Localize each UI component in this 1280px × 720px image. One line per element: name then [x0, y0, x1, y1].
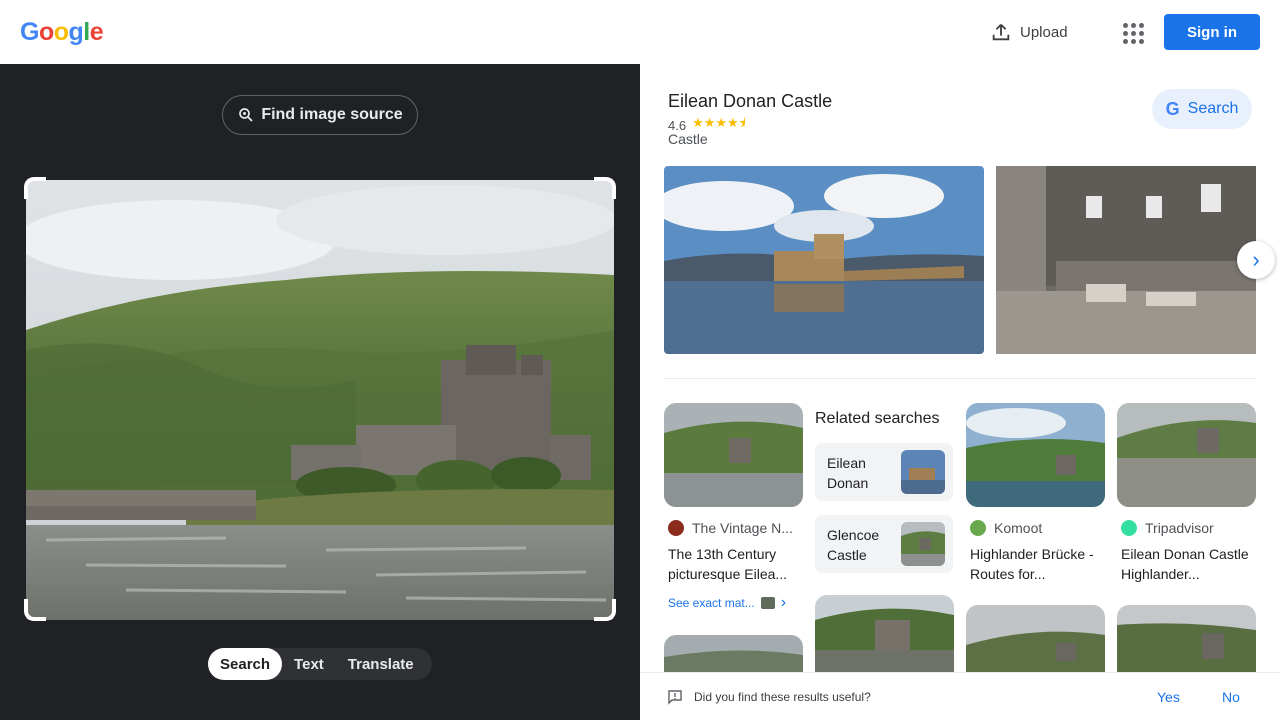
lens-mode-switcher: Search Text Translate [208, 648, 432, 680]
crop-corner-top-right[interactable] [594, 177, 616, 199]
lens-search-icon [239, 108, 253, 122]
result-image-7[interactable] [966, 605, 1105, 675]
source-favicon-icon [970, 520, 986, 536]
related-search-thumbnail [901, 522, 945, 566]
result-image-3[interactable] [1117, 403, 1256, 507]
entity-title[interactable]: Eilean Donan Castle [668, 91, 832, 112]
crop-corner-bottom-left[interactable] [24, 599, 46, 621]
source-favicon-icon [668, 520, 684, 536]
result-thumbnail [1117, 403, 1256, 507]
result-source-label: The Vintage N... [692, 520, 793, 536]
result-thumbnail [664, 403, 803, 507]
google-search-button[interactable]: G Search [1152, 89, 1252, 129]
logo-letter: o [53, 18, 69, 46]
result-image-6[interactable] [815, 595, 954, 675]
result-thumbnail [664, 635, 803, 675]
result-title-2[interactable]: Highlander Brücke - Routes for... [970, 544, 1102, 584]
logo-letter: g [68, 18, 84, 46]
result-source-label: Komoot [994, 520, 1043, 536]
result-title-1[interactable]: The 13th Century picturesque Eilea... [668, 544, 800, 584]
result-thumbnail [966, 403, 1105, 507]
result-source-1[interactable]: The Vintage N... [668, 520, 793, 536]
crop-corner-top-left[interactable] [24, 177, 46, 199]
query-image[interactable] [26, 180, 614, 620]
feedback-question: Did you find these results useful? [694, 690, 871, 704]
google-search-label: Search [1187, 100, 1239, 117]
mode-tab-translate[interactable]: Translate [336, 648, 426, 680]
result-image-5[interactable] [664, 635, 803, 675]
logo-letter: o [38, 18, 54, 46]
divider [664, 378, 1256, 379]
result-title-3[interactable]: Eilean Donan Castle Highlander... [1121, 544, 1253, 584]
related-searches-heading: Related searches [815, 410, 940, 427]
entity-type: Castle [668, 131, 708, 147]
result-source-2[interactable]: Komoot [970, 520, 1042, 536]
see-exact-matches-link[interactable]: See exact mat... › [668, 594, 786, 612]
upload-icon [992, 24, 1010, 41]
mode-tab-search[interactable]: Search [208, 648, 283, 680]
related-search-glencoe-castle[interactable]: Glencoe Castle [815, 515, 953, 573]
castle-photo [26, 180, 614, 620]
apps-grid-icon[interactable] [1118, 18, 1146, 46]
mode-tab-text[interactable]: Text [282, 648, 336, 680]
result-thumbnail [815, 595, 954, 675]
results-pane: Eilean Donan Castle 4.6 ★★★★⯨ Castle G S… [640, 64, 1280, 720]
chevron-right-icon: › [1252, 247, 1260, 272]
find-image-source-button[interactable]: Find image source [222, 95, 418, 135]
result-source-label: Tripadvisor [1145, 520, 1214, 536]
exact-match-thumbnail [760, 597, 775, 609]
chevron-right-icon: › [780, 594, 787, 611]
castle-sunset-photo [664, 166, 984, 354]
find-image-source-label: Find image source [261, 106, 403, 123]
related-search-eilean-donan[interactable]: Eilean Donan [815, 443, 953, 501]
entity-photo-2[interactable] [996, 166, 1256, 354]
related-search-label: Glencoe Castle [827, 527, 880, 563]
source-favicon-icon [1121, 520, 1137, 536]
related-search-label: Eilean Donan [827, 455, 869, 491]
result-image-1[interactable] [664, 403, 803, 507]
result-thumbnail [966, 605, 1105, 675]
top-bar: Google Upload Sign in [0, 0, 1280, 64]
feedback-yes-button[interactable]: Yes [1157, 689, 1180, 705]
next-photo-button[interactable]: › [1237, 241, 1275, 279]
sign-in-button[interactable]: Sign in [1164, 14, 1260, 50]
feedback-no-button[interactable]: No [1222, 689, 1240, 705]
result-thumbnail [1117, 605, 1256, 675]
upload-label: Upload [1020, 23, 1068, 41]
logo-letter: e [89, 18, 104, 46]
logo-letter: G [20, 18, 39, 46]
entity-photo-1[interactable] [664, 166, 984, 354]
crop-corner-bottom-right[interactable] [594, 599, 616, 621]
feedback-bar: Did you find these results useful? Yes N… [640, 672, 1280, 720]
see-exact-label: See exact mat... [668, 596, 755, 610]
related-search-thumbnail [901, 450, 945, 494]
result-image-8[interactable] [1117, 605, 1256, 675]
castle-courtyard-photo [996, 166, 1256, 354]
result-image-2[interactable] [966, 403, 1105, 507]
upload-button[interactable]: Upload [990, 16, 1068, 48]
google-logo[interactable]: Google [20, 18, 104, 47]
result-source-3[interactable]: Tripadvisor [1121, 520, 1214, 536]
feedback-icon [668, 690, 682, 705]
lens-image-pane: Find image source Search Text Translate [0, 64, 640, 720]
google-g-icon: G [1165, 98, 1180, 119]
